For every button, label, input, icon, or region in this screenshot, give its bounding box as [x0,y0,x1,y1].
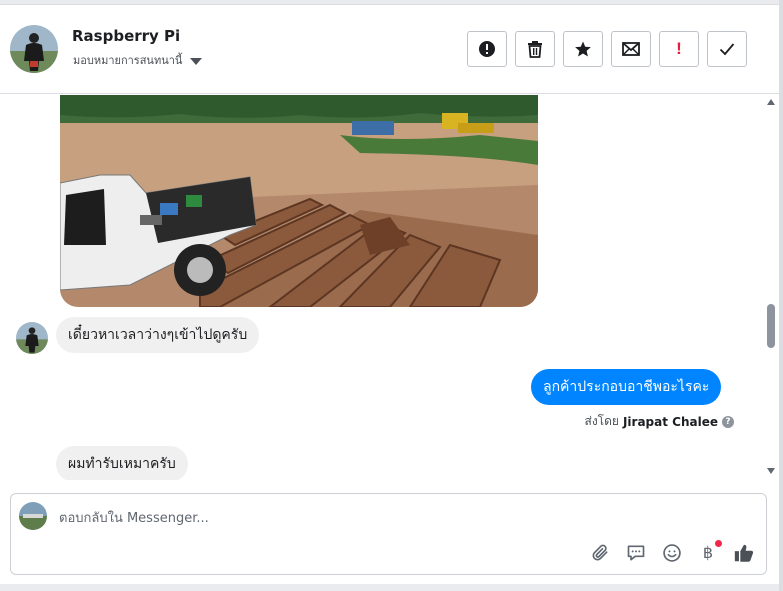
baht-payment-icon[interactable]: ฿ [697,540,722,564]
assign-conversation-dropdown[interactable]: มอบหมายการสนทนานี้ [73,51,203,69]
paperclip-icon[interactable] [589,542,611,564]
reply-input[interactable] [59,508,619,528]
sender-name[interactable]: Jirapat Chalee [623,415,718,429]
envelope-icon [622,42,640,56]
star-button[interactable] [563,31,603,67]
checkmark-icon [719,43,735,56]
star-icon [575,41,591,57]
message-bubble[interactable]: เดี๋ยวหาเวลาว่างๆเข้าไปดูครับ [56,317,260,353]
scroll-down-arrow-icon[interactable] [767,468,775,474]
contact-avatar-small [16,322,48,354]
thumbs-up-icon[interactable] [733,542,755,564]
right-border [779,0,783,591]
flag-button[interactable]: ! [659,31,699,67]
alert-circle-icon [479,41,495,57]
mark-as-spam-button[interactable] [467,31,507,67]
thread-scrollbar[interactable] [766,95,777,480]
message-bubble[interactable]: ผมทำรับเหมาครับ [56,446,188,480]
message-bubble-outgoing[interactable]: ลูกค้าประกอบอาชีพอะไรคะ [531,369,722,405]
assign-conversation-label: มอบหมายการสนทนานี้ [73,54,183,67]
saved-replies-icon[interactable] [625,542,647,564]
emoji-icon[interactable] [661,542,683,564]
exclamation-icon: ! [676,39,682,58]
contact-avatar[interactable] [10,25,58,73]
messenger-conversation-window: Raspberry Pi มอบหมายการสนทนานี้ ! เดี๋ยว… [0,0,783,591]
message-photo[interactable] [60,95,538,307]
bottom-border [0,584,783,591]
chevron-down-icon [190,57,203,65]
notification-dot [715,540,722,547]
mark-done-button[interactable] [707,31,747,67]
contact-name[interactable]: Raspberry Pi [72,27,180,45]
trash-icon [528,41,542,58]
photo-construction-site [60,95,538,307]
scroll-thumb[interactable] [767,304,775,348]
message-thread[interactable]: เดี๋ยวหาเวลาว่างๆเข้าไปดูครับ ลูกค้าประก… [0,95,766,480]
delete-button[interactable] [515,31,555,67]
reply-composer: ฿ [10,493,767,575]
scroll-up-arrow-icon[interactable] [767,99,775,105]
sent-by-line: ส่งโดย Jirapat Chalee ? [584,412,734,431]
conversation-header: Raspberry Pi มอบหมายการสนทนานี้ ! [0,5,783,94]
info-icon[interactable]: ? [722,415,734,428]
mark-unread-button[interactable] [611,31,651,67]
page-avatar [19,502,47,530]
sent-by-prefix: ส่งโดย [584,414,619,428]
